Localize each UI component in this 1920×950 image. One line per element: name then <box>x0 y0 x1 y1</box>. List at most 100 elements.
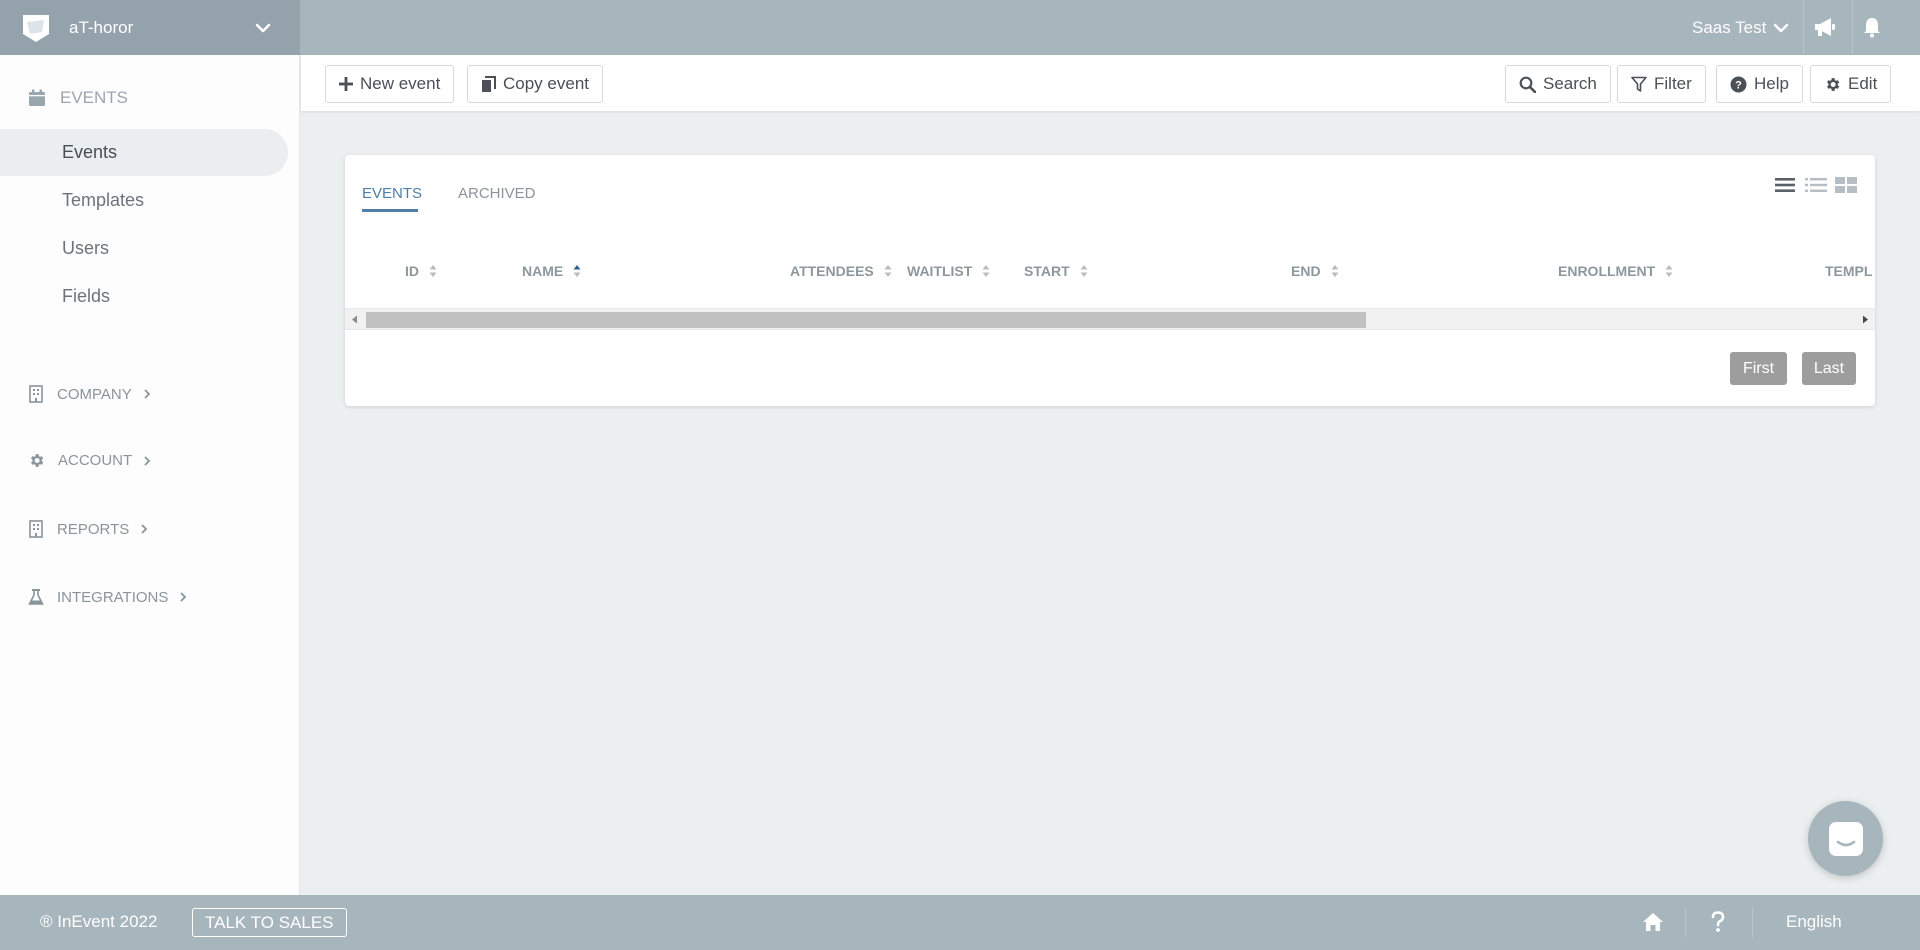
chat-launcher-button[interactable] <box>1808 801 1883 876</box>
scroll-left-arrow-icon[interactable] <box>351 315 358 324</box>
table-view-icon[interactable] <box>1775 176 1795 194</box>
talk-to-sales-button[interactable]: TALK TO SALES <box>192 908 347 937</box>
last-page-button[interactable]: Last <box>1802 352 1856 385</box>
footer: ® InEvent 2022 TALK TO SALES English <box>0 895 1920 950</box>
question-circle-icon: ? <box>1730 76 1747 92</box>
filter-button[interactable]: Filter <box>1617 65 1706 103</box>
sort-icon <box>982 265 990 277</box>
sidebar-item-label: Users <box>62 238 110 258</box>
active-tab-indicator <box>362 209 418 212</box>
sidebar-item-fields[interactable]: Fields <box>0 273 288 320</box>
company-logo <box>23 14 49 42</box>
divider <box>1852 0 1853 55</box>
sidebar-group-label: INTEGRATIONS <box>57 588 169 606</box>
company-switcher[interactable]: aT-horor <box>0 0 300 55</box>
building-icon <box>29 520 43 538</box>
chevron-right-icon <box>144 389 151 399</box>
user-menu[interactable]: Saas Test <box>1692 0 1789 55</box>
sidebar-group-label: COMPANY <box>57 385 132 403</box>
new-event-label: New event <box>360 74 441 93</box>
chevron-right-icon <box>141 524 148 534</box>
search-icon <box>1519 76 1536 93</box>
column-header-label: ID <box>405 263 419 279</box>
sidebar-item-users[interactable]: Users <box>0 225 288 272</box>
last-page-label: Last <box>1813 359 1845 377</box>
sort-icon <box>429 265 437 277</box>
gear-icon <box>31 454 44 467</box>
plus-icon <box>339 77 353 91</box>
first-page-button[interactable]: First <box>1730 352 1787 385</box>
sidebar-group-label: ACCOUNT <box>58 452 133 469</box>
sidebar-group-reports[interactable]: REPORTS <box>28 520 149 538</box>
chevron-down-icon <box>1774 23 1789 32</box>
sidebar-group-integrations[interactable]: INTEGRATIONS <box>28 588 188 606</box>
edit-label: Edit <box>1848 74 1878 93</box>
column-header-label: ENROLLMENT <box>1558 263 1656 279</box>
sort-ascending-icon <box>573 265 581 277</box>
column-header-label: START <box>1024 263 1070 279</box>
sidebar-item-events[interactable]: Events <box>0 129 288 176</box>
sidebar-section-events[interactable]: EVENTS <box>28 88 128 108</box>
divider <box>1803 0 1804 55</box>
svg-text:?: ? <box>1735 79 1742 91</box>
sidebar-item-label: Templates <box>62 190 145 210</box>
sidebar-item-label: Fields <box>62 286 111 306</box>
column-header-label: WAITLIST <box>907 263 973 279</box>
column-header-end[interactable]: END <box>1291 263 1339 279</box>
scroll-right-arrow-icon[interactable] <box>1862 315 1869 324</box>
copy-event-button[interactable]: Copy event <box>467 65 603 103</box>
language-selector[interactable]: English <box>1786 912 1842 932</box>
top-bar: aT-horor Saas Test <box>0 0 1920 55</box>
list-view-icon[interactable] <box>1805 176 1827 194</box>
divider <box>1752 907 1753 938</box>
column-header-enrollment[interactable]: ENROLLMENT <box>1558 263 1673 279</box>
sidebar-group-company[interactable]: COMPANY <box>28 385 152 403</box>
bell-icon[interactable] <box>1862 16 1882 38</box>
events-card: EVENTS ARCHIVED ID NAME ATTENDEES WAITLI… <box>345 155 1875 406</box>
search-button[interactable]: Search <box>1505 65 1611 103</box>
home-icon[interactable] <box>1642 912 1664 932</box>
column-header-start[interactable]: START <box>1024 263 1088 279</box>
company-name: aT-horor <box>69 17 134 37</box>
column-header-name[interactable]: NAME <box>522 263 581 279</box>
sidebar-item-label: Events <box>62 142 118 162</box>
talk-to-sales-label: TALK TO SALES <box>205 912 334 932</box>
column-header-waitlist[interactable]: WAITLIST <box>907 263 990 279</box>
filter-icon <box>1631 76 1647 92</box>
tab-events[interactable]: EVENTS <box>362 185 422 202</box>
question-icon[interactable] <box>1711 911 1725 933</box>
chevron-right-icon <box>144 455 151 466</box>
sort-icon <box>1080 265 1088 277</box>
calendar-icon <box>29 89 45 106</box>
sidebar-item-templates[interactable]: Templates <box>0 177 288 224</box>
edit-button[interactable]: Edit <box>1810 65 1892 103</box>
column-header-template[interactable]: TEMPL <box>1825 263 1872 279</box>
sort-icon <box>1331 265 1339 277</box>
column-header-id[interactable]: ID <box>405 263 437 279</box>
sort-icon <box>884 265 892 277</box>
sidebar: EVENTS Events Templates Users Fields COM… <box>0 55 300 895</box>
building-icon <box>29 385 43 403</box>
user-name: Saas Test <box>1692 17 1767 37</box>
column-header-label: END <box>1291 263 1321 279</box>
sidebar-section-title: EVENTS <box>60 88 129 107</box>
grid-view-icon[interactable] <box>1835 176 1857 194</box>
tab-archived[interactable]: ARCHIVED <box>458 185 536 202</box>
toolbar: New event Copy event Search Filter ? Hel… <box>301 55 1920 111</box>
filter-label: Filter <box>1654 74 1692 93</box>
column-header-label: TEMPL <box>1825 263 1873 279</box>
new-event-button[interactable]: New event <box>325 65 455 103</box>
sidebar-group-account[interactable]: ACCOUNT <box>28 452 152 469</box>
chevron-down-icon[interactable] <box>254 19 272 37</box>
gear-icon <box>1827 77 1840 91</box>
column-header-label: ATTENDEES <box>790 263 874 279</box>
megaphone-icon[interactable] <box>1813 16 1837 38</box>
divider <box>1685 907 1686 938</box>
column-header-attendees[interactable]: ATTENDEES <box>790 263 892 279</box>
help-label: Help <box>1754 74 1789 93</box>
copy-event-label: Copy event <box>503 74 589 93</box>
scrollbar-thumb[interactable] <box>366 312 1366 328</box>
copy-icon <box>482 75 496 92</box>
column-header-label: NAME <box>522 263 564 279</box>
help-button[interactable]: ? Help <box>1716 65 1803 103</box>
